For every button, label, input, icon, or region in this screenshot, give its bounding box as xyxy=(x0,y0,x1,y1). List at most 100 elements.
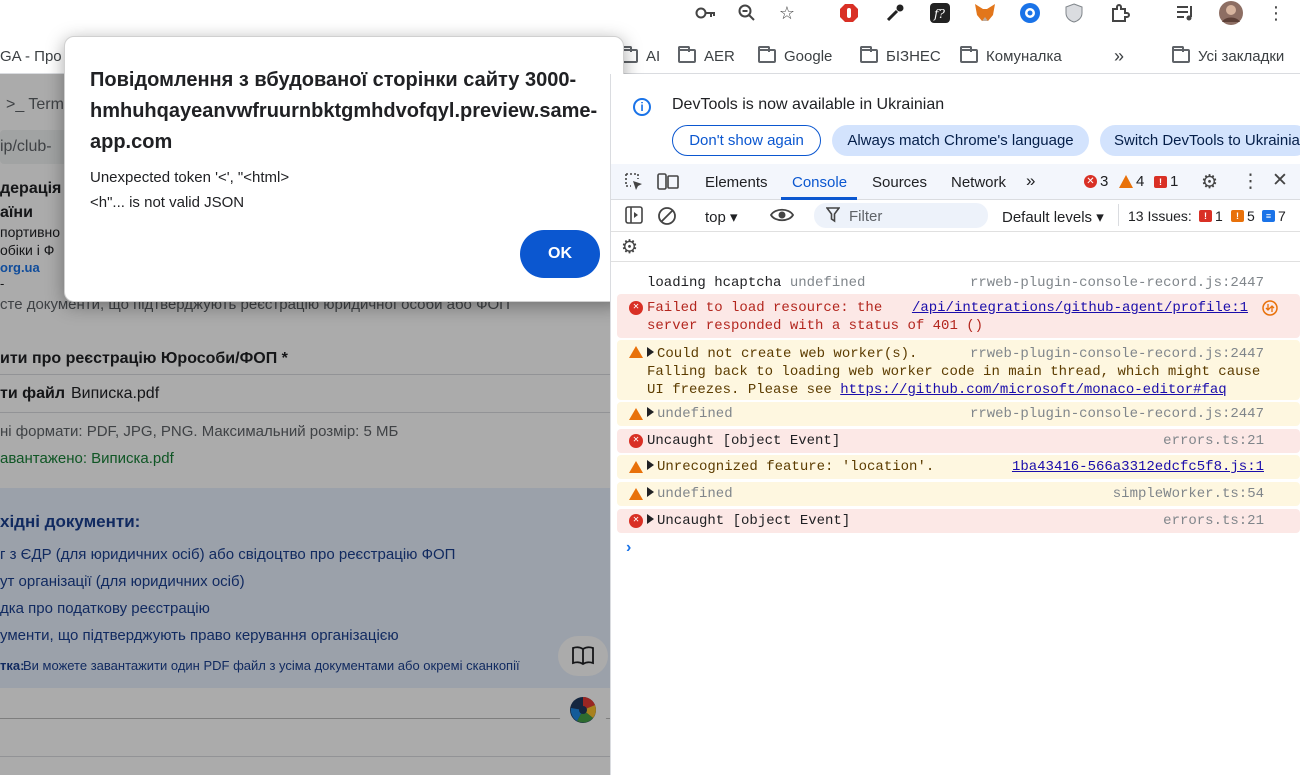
more-tabs-icon[interactable]: » xyxy=(1026,171,1035,191)
extensions-puzzle-icon[interactable] xyxy=(1108,0,1132,26)
console-toolbar: top ▾ Filter Default levels ▾ 13 Issues:… xyxy=(611,200,1300,232)
issue-error-icon: ! xyxy=(1199,210,1212,222)
live-expression-eye-icon[interactable] xyxy=(769,206,795,229)
dialog-message: Unexpected token '<', "<html> <h"... is … xyxy=(90,169,290,211)
bookmark-aer[interactable]: AER xyxy=(678,46,735,66)
chrome-menu-icon[interactable]: ⋮ xyxy=(1266,0,1286,26)
expand-arrow-icon[interactable] xyxy=(647,407,654,417)
required-doc-item: ут організації (для юридичних осіб) xyxy=(0,573,245,590)
device-toolbar-icon[interactable] xyxy=(657,173,679,196)
folder-icon xyxy=(860,46,878,63)
color-wheel-icon[interactable] xyxy=(558,690,608,730)
expand-arrow-icon[interactable] xyxy=(647,460,654,470)
issues-summary[interactable]: 13 Issues: xyxy=(1128,208,1192,224)
bookmark-google[interactable]: Google xyxy=(758,46,832,66)
issue-icon: ! xyxy=(1154,175,1167,188)
metamask-icon[interactable] xyxy=(973,0,997,26)
expand-arrow-icon[interactable] xyxy=(647,487,654,497)
issue-count-badge[interactable]: ! 1 xyxy=(1154,173,1178,190)
tab-elements[interactable]: Elements xyxy=(705,174,768,191)
bookmark-star-icon[interactable]: ☆ xyxy=(776,0,798,26)
context-selector[interactable]: top ▾ xyxy=(705,208,738,226)
error-count-badge[interactable]: ✕ 3 xyxy=(1084,173,1108,190)
devtools-menu-icon[interactable]: ⋮ xyxy=(1241,170,1260,193)
zoom-icon[interactable] xyxy=(736,0,758,26)
terminal-tab[interactable]: >_ Term xyxy=(6,96,64,114)
infobar-message: DevTools is now available in Ukrainian xyxy=(672,96,945,113)
folder-icon xyxy=(758,46,776,63)
issues-warning-badge[interactable]: ! 5 xyxy=(1231,208,1255,224)
shield-extension-icon[interactable] xyxy=(1063,0,1085,26)
inspect-element-icon[interactable] xyxy=(625,173,643,196)
console-message-warning[interactable]: undefined rrweb-plugin-console-record.js… xyxy=(617,402,1300,426)
profile-avatar[interactable] xyxy=(1218,0,1244,26)
bookmarks-overflow-button[interactable]: » xyxy=(1114,46,1124,66)
error-icon: ✕ xyxy=(629,514,643,528)
log-levels-dropdown[interactable]: Default levels ▾ xyxy=(1002,208,1104,226)
choose-file-button[interactable]: ти файл xyxy=(0,385,65,403)
tab-console[interactable]: Console xyxy=(792,174,847,191)
warning-icon xyxy=(629,408,643,420)
eyedropper-extension-icon[interactable] xyxy=(884,0,906,26)
warning-icon xyxy=(629,461,643,473)
console-message-error[interactable]: ✕ Uncaught [object Event] errors.ts:21 xyxy=(617,509,1300,533)
required-doc-item: ументи, що підтверджують право керування… xyxy=(0,627,399,644)
sidebar-toggle-icon[interactable] xyxy=(625,206,643,229)
warning-icon xyxy=(629,346,643,358)
close-devtools-icon[interactable]: ✕ xyxy=(1272,169,1288,192)
book-icon[interactable] xyxy=(558,636,608,676)
network-request-icon[interactable] xyxy=(1262,300,1278,322)
key-icon[interactable] xyxy=(694,0,718,26)
org-link[interactable]: org.ua xyxy=(0,260,40,275)
bookmark-partial[interactable]: GA - Про xyxy=(0,46,62,66)
adblock-extension-icon[interactable] xyxy=(838,0,860,26)
console-message[interactable]: loading hcaptcha undefined rrweb-plugin-… xyxy=(617,272,1300,292)
settings-gear-icon[interactable]: ⚙ xyxy=(1201,171,1218,194)
media-control-icon[interactable] xyxy=(1174,0,1198,26)
info-icon: i xyxy=(633,98,651,116)
dash: - xyxy=(0,276,5,291)
error-icon: ✕ xyxy=(629,301,643,315)
ok-button[interactable]: OK xyxy=(520,230,600,278)
all-bookmarks-button[interactable]: Усі закладки xyxy=(1172,46,1284,66)
tab-network[interactable]: Network xyxy=(951,174,1006,191)
console-message-warning[interactable]: Unrecognized feature: 'location'. 1ba434… xyxy=(617,455,1300,479)
required-doc-item: дка про податкову реєстрацію xyxy=(0,600,210,617)
expand-arrow-icon[interactable] xyxy=(647,347,654,357)
issue-info-icon: ≡ xyxy=(1262,210,1275,222)
org-desc-line1: портивно xyxy=(0,224,61,240)
clear-console-icon[interactable] xyxy=(657,206,677,231)
console-settings-gear-icon[interactable]: ⚙ xyxy=(621,236,638,259)
console-message-warning[interactable]: Could not create web worker(s). Falling … xyxy=(617,340,1300,400)
alert-dialog: Повідомлення з вбудованої сторінки сайту… xyxy=(64,36,624,302)
bookmark-biznes[interactable]: БІЗНЕС xyxy=(860,46,941,66)
issue-warning-icon: ! xyxy=(1231,210,1244,222)
tab-sources[interactable]: Sources xyxy=(872,174,927,191)
bookmark-ai[interactable]: AI xyxy=(620,46,660,66)
filter-icon xyxy=(825,207,841,228)
console-message-error[interactable]: ✕ Uncaught [object Event] errors.ts:21 xyxy=(617,429,1300,453)
folder-icon xyxy=(1172,46,1190,63)
bookmark-komunalka[interactable]: Комуналка xyxy=(960,46,1062,66)
console-message-warning[interactable]: undefined simpleWorker.ts:54 xyxy=(617,482,1300,506)
issues-info-badge[interactable]: ≡ 7 xyxy=(1262,208,1286,224)
warning-count-badge[interactable]: 4 xyxy=(1119,173,1144,190)
issues-error-badge[interactable]: ! 1 xyxy=(1199,208,1223,224)
switch-language-button[interactable]: Switch DevTools to Ukrainian xyxy=(1100,125,1300,156)
faq-link[interactable]: https://github.com/microsoft/monaco-edit… xyxy=(840,382,1226,398)
formula-extension-icon[interactable]: f? xyxy=(928,0,952,26)
dont-show-again-button[interactable]: Don't show again xyxy=(672,125,821,156)
console-message-error[interactable]: ✕ Failed to load resource: the server re… xyxy=(617,294,1300,338)
file-formats-hint: ні формати: PDF, JPG, PNG. Максимальний … xyxy=(0,423,399,440)
required-docs-title: хідні документи: xyxy=(0,512,141,531)
always-match-language-button[interactable]: Always match Chrome's language xyxy=(832,125,1089,156)
source-link[interactable]: /api/integrations/github-agent/profile:1 xyxy=(912,299,1248,317)
source-link[interactable]: 1ba43416-566a3312edcfc5f8.js:1 xyxy=(1012,458,1264,476)
warning-icon xyxy=(629,488,643,500)
console-prompt-input[interactable]: › xyxy=(626,539,631,557)
expand-arrow-icon[interactable] xyxy=(647,514,654,524)
org-name-line2: аїни xyxy=(0,204,33,221)
console-filter-input[interactable]: Filter xyxy=(814,203,988,228)
devtools-tabbar: Elements Console Sources Network » ✕ 3 4 … xyxy=(611,164,1300,200)
extension-blue-ring-icon[interactable] xyxy=(1018,0,1042,26)
